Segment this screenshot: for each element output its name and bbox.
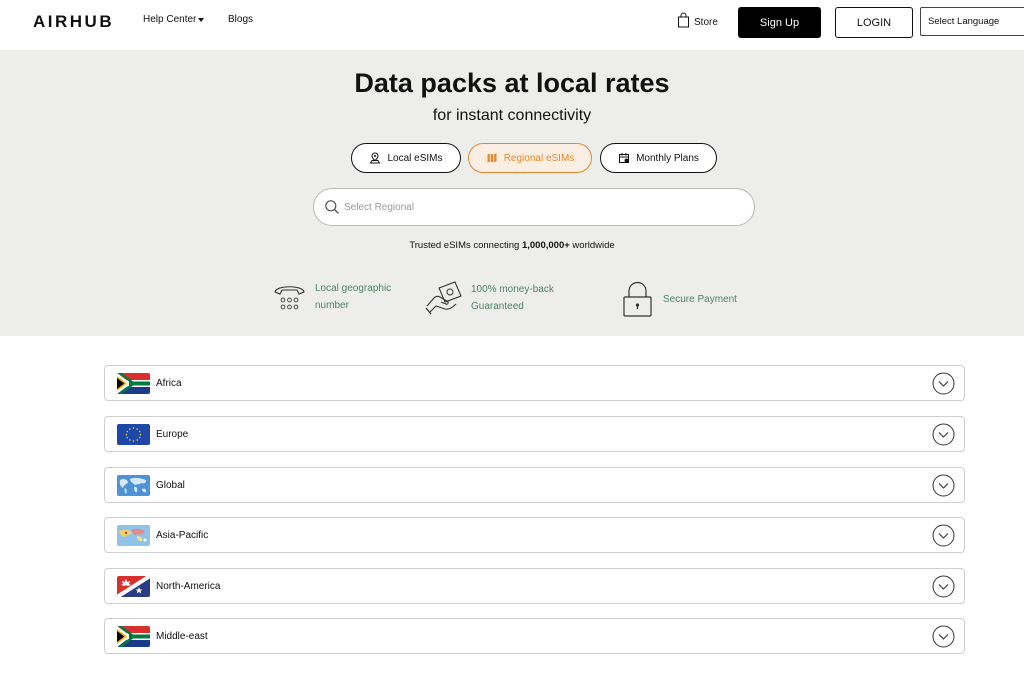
chevron-down-icon[interactable] <box>932 625 955 648</box>
feature-text: 100% money-back Guaranteed <box>471 281 554 315</box>
asia-pacific-flag-icon <box>117 524 150 546</box>
region-label: Asia-Pacific <box>156 529 209 541</box>
tab-label: Local eSIMs <box>387 152 443 164</box>
calendar-icon <box>619 153 630 163</box>
region-label: Middle-east <box>156 630 208 642</box>
feature-text: Secure Payment <box>663 291 737 308</box>
shopping-bag-icon <box>678 12 689 28</box>
trusted-prefix: Trusted eSIMs connecting <box>409 240 522 251</box>
page-subtitle: for instant connectivity <box>432 107 592 124</box>
region-label: Africa <box>156 377 182 389</box>
tab-label: Monthly Plans <box>636 152 699 164</box>
telephone-icon <box>274 285 305 309</box>
blogs-link[interactable]: Blogs <box>228 14 253 25</box>
top-nav: AIRHUB Help Center Blogs Store Sign Up L… <box>0 0 1024 50</box>
map-pin-icon <box>370 152 381 164</box>
region-item-asia-pacific[interactable]: Asia-Pacific <box>104 517 965 553</box>
store-link[interactable]: Store <box>677 12 718 28</box>
hero-section: Data packs at local rates for instant co… <box>0 50 1024 336</box>
feature-money-back: 100% money-back Guaranteed <box>425 280 554 316</box>
chevron-down-icon[interactable] <box>932 474 955 497</box>
region-item-global[interactable]: Global <box>104 467 965 503</box>
help-center-label: Help Center <box>143 14 197 25</box>
feature-line: number <box>315 300 349 311</box>
chevron-down-icon[interactable] <box>932 423 955 446</box>
region-item-europe[interactable]: Europe <box>104 416 965 452</box>
padlock-icon <box>623 281 652 317</box>
south-africa-flag-icon <box>117 625 150 647</box>
trusted-count: 1,000,000+ <box>521 240 570 251</box>
caret-down-icon <box>198 18 205 22</box>
region-label: Global <box>156 479 185 491</box>
search-input[interactable] <box>344 201 724 213</box>
feature-secure-payment: Secure Payment <box>620 280 737 318</box>
tab-local-esims[interactable]: Local eSIMs <box>351 143 461 173</box>
language-select[interactable]: Select Language <box>920 7 1024 36</box>
chevron-down-icon[interactable] <box>932 524 955 547</box>
store-label: Store <box>694 17 718 28</box>
feature-line: 100% money-back <box>471 284 554 295</box>
trusted-text: Trusted eSIMs connecting 1,000,000+ worl… <box>0 240 1024 251</box>
login-button[interactable]: LOGIN <box>835 7 913 38</box>
feature-line: Secure Payment <box>663 293 737 305</box>
money-hand-icon <box>425 281 462 315</box>
chevron-down-icon[interactable] <box>932 372 955 395</box>
north-america-flag-icon <box>117 575 150 597</box>
feature-line: Guaranteed <box>471 301 524 312</box>
feature-text: Local geographic number <box>315 280 391 314</box>
feature-local-number: Local geographic number <box>272 280 391 314</box>
region-label: North-America <box>156 580 221 592</box>
region-label: Europe <box>156 428 189 440</box>
tab-regional-esims[interactable]: Regional eSIMs <box>468 143 592 173</box>
chevron-down-icon[interactable] <box>932 575 955 598</box>
region-item-middle-east[interactable]: Middle-east <box>104 618 965 654</box>
tab-monthly-plans[interactable]: Monthly Plans <box>600 143 717 173</box>
help-center-menu[interactable]: Help Center <box>143 14 205 25</box>
region-search[interactable] <box>313 188 755 226</box>
region-item-africa[interactable]: Africa <box>104 365 965 401</box>
feature-line: Local geographic <box>315 283 392 294</box>
airhub-logo[interactable]: AIRHUB <box>33 12 114 32</box>
south-africa-flag-icon <box>117 372 150 394</box>
tab-label: Regional eSIMs <box>503 152 575 164</box>
search-icon <box>325 200 339 214</box>
sign-up-button[interactable]: Sign Up <box>738 7 821 38</box>
trusted-suffix: worldwide <box>569 240 615 251</box>
region-item-north-america[interactable]: North-America <box>104 568 965 604</box>
map-icon <box>487 153 497 163</box>
eu-flag-icon <box>117 423 150 445</box>
world-map-flag-icon <box>117 474 150 496</box>
page-title: Data packs at local rates <box>354 68 670 98</box>
